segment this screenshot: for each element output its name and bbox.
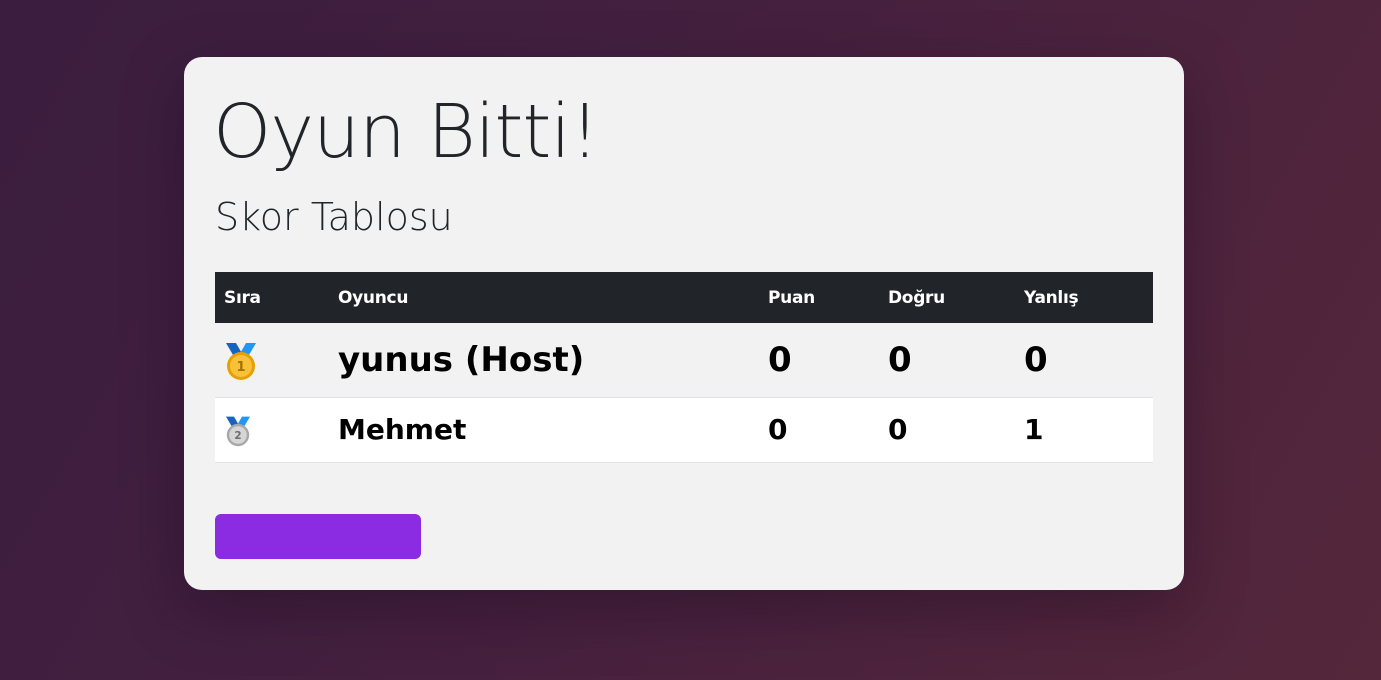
action-button[interactable] [215, 514, 421, 559]
header-row: Sıra Oyuncu Puan Doğru Yanlış [215, 272, 1153, 323]
scoreboard-table: Sıra Oyuncu Puan Doğru Yanlış 1 yunus (H… [215, 272, 1153, 463]
header-wrong: Yanlış [1024, 287, 1079, 308]
wrong-value: 1 [1024, 413, 1044, 446]
page-title: Oyun Bitti! [213, 89, 600, 175]
table-row: 1 yunus (Host) 0 0 0 [215, 323, 1153, 397]
scoreboard-header: Sıra Oyuncu Puan Doğru Yanlış [215, 272, 1153, 323]
score-value: 0 [768, 413, 788, 446]
gold-medal-icon: 1 [224, 341, 258, 381]
header-rank: Sıra [224, 287, 261, 308]
wrong-value: 0 [1024, 339, 1048, 380]
table-row: 2 Mehmet 0 0 1 [215, 397, 1153, 462]
scoreboard-body: 1 yunus (Host) 0 0 0 2 Mehmet 0 0 1 [215, 323, 1153, 462]
player-name: Mehmet [338, 413, 467, 446]
score-value: 0 [768, 339, 792, 380]
header-correct: Doğru [888, 287, 945, 308]
correct-value: 0 [888, 339, 912, 380]
header-player: Oyuncu [338, 287, 409, 308]
game-over-card: Oyun Bitti! Skor Tablosu Sıra Oyuncu Pua… [184, 57, 1184, 590]
silver-medal-icon: 2 [224, 415, 252, 447]
rank-cell: 2 [215, 397, 329, 462]
medal-rank-number: 1 [236, 360, 245, 375]
correct-value: 0 [888, 413, 908, 446]
scoreboard-subtitle: Skor Tablosu [215, 195, 453, 239]
player-name: yunus (Host) [338, 339, 585, 380]
rank-cell: 1 [215, 323, 329, 397]
medal-rank-number: 2 [234, 430, 241, 442]
header-score: Puan [768, 287, 815, 308]
